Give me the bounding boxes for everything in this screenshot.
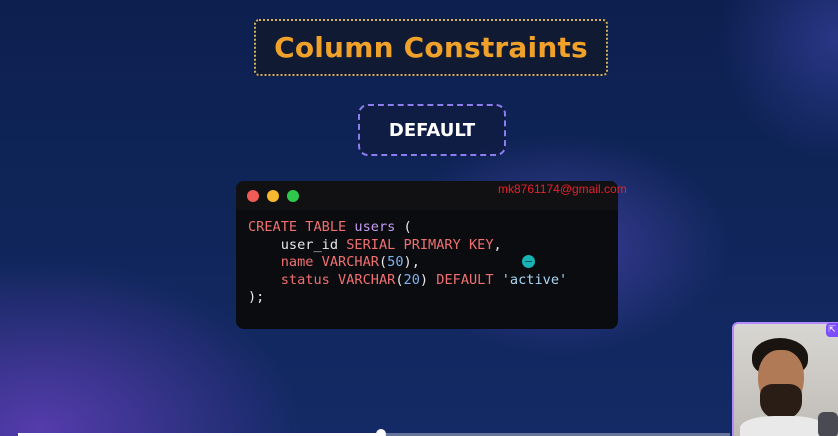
code-token: status VARCHAR — [280, 271, 396, 288]
webcam-background-object — [818, 412, 838, 436]
code-token: name VARCHAR — [280, 254, 379, 270]
code-token: user_id — [248, 236, 347, 253]
maximize-dot-icon — [287, 190, 299, 202]
code-token: 'active' — [501, 271, 568, 288]
code-window: CREATE TABLE users ( user_id SERIAL PRIM… — [236, 181, 618, 329]
code-token: , — [493, 236, 502, 253]
code-line: name VARCHAR(50), — [248, 254, 567, 272]
code-line: user_id SERIAL PRIMARY KEY, — [248, 237, 567, 255]
code-token: ), — [403, 254, 420, 270]
code-line: CREATE TABLE users ( — [248, 219, 567, 237]
minimize-dot-icon — [267, 190, 279, 202]
webcam-person-shirt — [740, 416, 826, 436]
mouse-cursor-icon — [522, 255, 535, 268]
presenter-webcam — [732, 322, 838, 436]
expand-icon[interactable]: ⇱ — [826, 323, 838, 337]
code-line: ); — [248, 289, 567, 307]
webcam-person-beard — [760, 384, 802, 420]
code-token: DEFAULT — [436, 271, 502, 288]
email-watermark: mk8761174@gmail.com — [498, 182, 627, 196]
default-badge-label: DEFAULT — [388, 119, 476, 141]
slide-title-box: Column Constraints — [254, 19, 608, 76]
code-token: 50 — [387, 254, 404, 270]
slide-title: Column Constraints — [274, 31, 588, 64]
code-token: 20 — [403, 271, 420, 288]
code-token: ( — [378, 254, 388, 270]
default-badge: DEFAULT — [358, 104, 506, 156]
code-token: ( — [395, 271, 404, 288]
code-token: SERIAL PRIMARY KEY — [346, 236, 494, 253]
code-token: ( — [395, 219, 412, 235]
sql-code-block: CREATE TABLE users ( user_id SERIAL PRIM… — [248, 219, 567, 307]
close-dot-icon — [247, 190, 259, 202]
video-progress-scrubber[interactable] — [376, 429, 387, 436]
code-line: status VARCHAR(20) DEFAULT 'active' — [248, 272, 567, 290]
code-token: users — [354, 219, 396, 235]
code-token: ); — [248, 289, 265, 305]
code-token: CREATE TABLE — [248, 219, 355, 235]
code-token: ) — [419, 271, 437, 288]
